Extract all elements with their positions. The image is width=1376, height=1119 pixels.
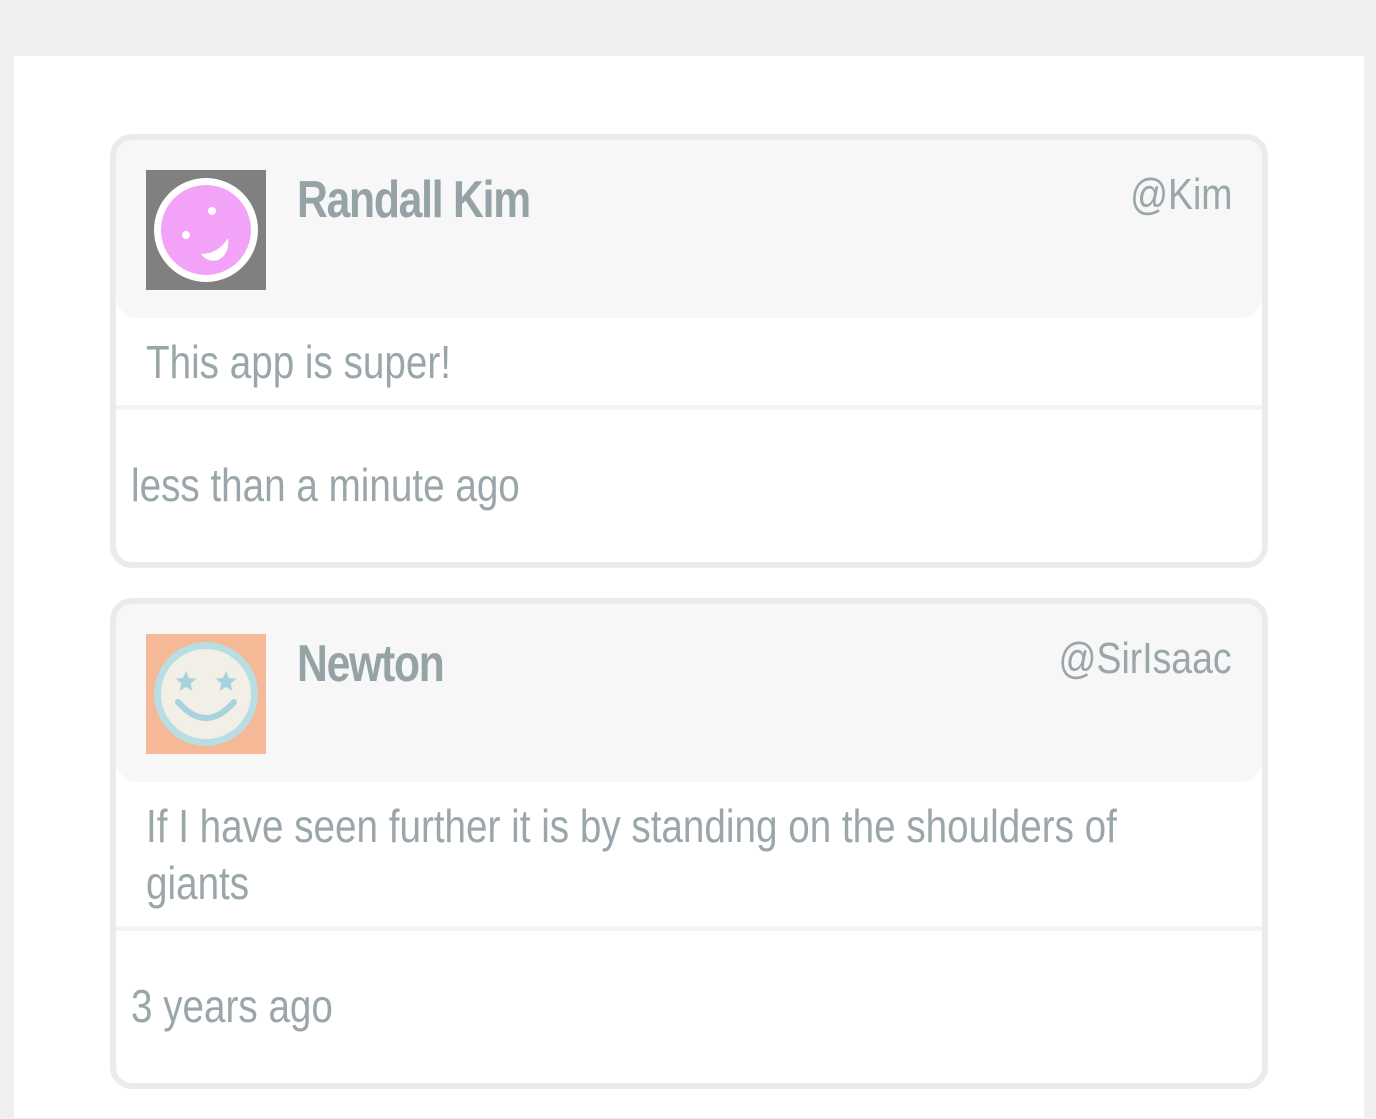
post-timestamp: less than a minute ago [131, 459, 520, 511]
post-header: Randall Kim @Kim [116, 140, 1262, 318]
author-handle[interactable]: @SirIsaac [1059, 634, 1232, 684]
post-message: If I have seen further it is by standing… [116, 782, 1262, 931]
author-name: Newton [297, 635, 445, 693]
post-card: Randall Kim @Kim This app is super! less… [110, 134, 1268, 568]
post-footer: less than a minute ago [116, 410, 1262, 562]
page-container: Randall Kim @Kim This app is super! less… [14, 56, 1364, 1118]
star-eyes-face-icon [146, 634, 266, 754]
avatar[interactable] [146, 634, 266, 754]
author-handle[interactable]: @Kim [1130, 170, 1232, 220]
post-message-text: This app is super! [146, 336, 451, 388]
winking-face-icon [146, 170, 266, 290]
post-card: Newton @SirIsaac If I have seen further … [110, 598, 1268, 1089]
post-message: This app is super! [116, 318, 1262, 410]
post-message-text: If I have seen further it is by standing… [146, 800, 1117, 909]
author-name: Randall Kim [297, 171, 531, 229]
post-feed: Randall Kim @Kim This app is super! less… [110, 134, 1268, 1119]
post-header: Newton @SirIsaac [116, 604, 1262, 782]
post-timestamp: 3 years ago [131, 980, 333, 1032]
avatar[interactable] [146, 170, 266, 290]
post-footer: 3 years ago [116, 931, 1262, 1083]
